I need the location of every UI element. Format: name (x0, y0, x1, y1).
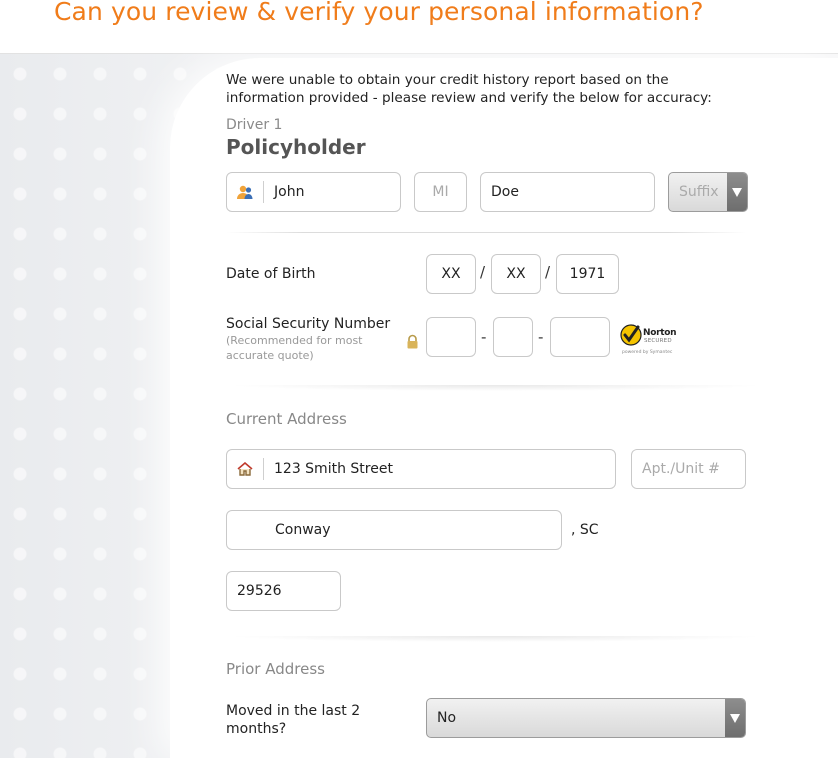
dob-day-field[interactable]: XX (491, 254, 541, 294)
ssn-note: (Recommended for most accurate quote) (226, 333, 363, 363)
page-header: Can you review & verify your personal in… (0, 0, 838, 54)
current-address-title: Current Address (226, 410, 347, 428)
driver-name: Policyholder (226, 135, 366, 159)
dob-year-field[interactable]: 1971 (556, 254, 619, 294)
ssn-note-line-1: (Recommended for most (226, 334, 363, 347)
person-icon (227, 181, 264, 203)
first-name-value: John (274, 184, 305, 200)
last-name-value: Doe (491, 184, 519, 200)
norton-powered: powered by Symantec (622, 350, 673, 355)
ssn-note-line-2: accurate quote) (226, 349, 314, 362)
moved-recently-value: No (437, 710, 457, 726)
street-address-field[interactable]: 123 Smith Street (226, 449, 616, 489)
chevron-down-icon (727, 173, 747, 211)
city-field[interactable]: Conway (226, 510, 562, 550)
state-text: , SC (571, 522, 599, 538)
page-title: Can you review & verify your personal in… (54, 0, 704, 26)
street-address-value: 123 Smith Street (274, 461, 393, 477)
city-value: Conway (275, 522, 331, 538)
dob-day-value: XX (506, 266, 526, 282)
divider (226, 385, 766, 391)
suffix-select[interactable]: Suffix (668, 172, 748, 212)
dob-year-value: 1971 (569, 266, 606, 282)
apt-unit-field[interactable]: Apt./Unit # (631, 449, 746, 489)
ssn-part1-field[interactable] (426, 317, 476, 357)
dob-label: Date of Birth (226, 266, 316, 282)
intro-line-2: information provided - please review and… (226, 90, 712, 106)
middle-initial-placeholder: MI (432, 184, 449, 200)
first-name-field[interactable]: John (226, 172, 401, 212)
dob-separator: / (545, 263, 551, 281)
zip-code-value: 29526 (237, 583, 282, 599)
suffix-placeholder: Suffix (679, 184, 719, 200)
driver-label: Driver 1 (226, 117, 283, 133)
norton-secured-badge: Norton SECURED powered by Symantec (620, 323, 682, 359)
norton-brand: Norton (643, 328, 677, 338)
ssn-label: Social Security Number (226, 316, 391, 332)
dob-month-field[interactable]: XX (426, 254, 476, 294)
intro-line-1: We were unable to obtain your credit his… (226, 72, 669, 88)
ssn-separator: - (481, 328, 487, 346)
moved-recently-select[interactable]: No (426, 698, 746, 738)
ssn-part2-field[interactable] (493, 317, 533, 357)
ssn-part3-field[interactable] (550, 317, 610, 357)
moved-label-line-2: months? (226, 721, 287, 737)
intro-text: We were unable to obtain your credit his… (226, 71, 746, 107)
form-panel (170, 58, 838, 758)
dob-month-value: XX (441, 266, 461, 282)
chevron-down-icon (725, 699, 745, 737)
middle-initial-field[interactable]: MI (414, 172, 467, 212)
last-name-field[interactable]: Doe (480, 172, 655, 212)
lock-icon (406, 334, 419, 353)
apt-unit-placeholder: Apt./Unit # (642, 461, 720, 477)
ssn-separator: - (538, 328, 544, 346)
norton-tag: SECURED (644, 338, 672, 344)
prior-address-title: Prior Address (226, 660, 325, 678)
norton-check-icon (620, 324, 642, 346)
moved-label-line-1: Moved in the last 2 (226, 703, 361, 719)
divider (226, 232, 746, 233)
divider (226, 636, 766, 642)
zip-code-field[interactable]: 29526 (226, 571, 341, 611)
moved-label: Moved in the last 2 months? (226, 702, 360, 738)
dob-separator: / (480, 263, 486, 281)
home-icon (227, 458, 264, 480)
